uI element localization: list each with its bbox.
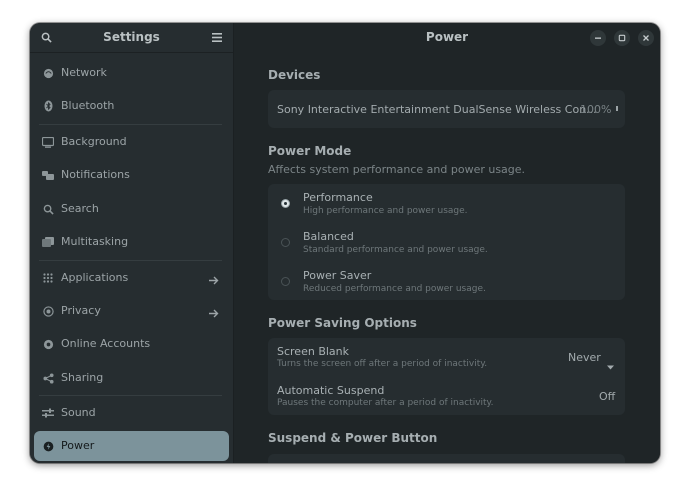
sidebar-item-label: Sharing [61, 371, 104, 384]
option-subtitle: High performance and power usage. [303, 206, 468, 216]
radio-button[interactable] [281, 199, 290, 208]
sidebar-separator [39, 124, 222, 125]
sidebar-item-label: Sound [61, 406, 96, 419]
chevron-down-icon[interactable] [607, 355, 614, 374]
power-mode-card: Performance High performance and power u… [268, 184, 625, 300]
content-header: Power [234, 23, 660, 52]
sidebar-item-network[interactable]: Network [34, 58, 229, 88]
sidebar-item-multitasking[interactable]: Multitasking [34, 227, 229, 257]
sidebar-item-label: Network [61, 66, 107, 79]
search-icon [42, 203, 54, 215]
sidebar-item-privacy[interactable]: Privacy [34, 296, 229, 326]
network-icon [42, 67, 54, 79]
device-row[interactable]: Sony Interactive Entertainment DualSense… [268, 90, 625, 128]
online-accounts-icon [42, 338, 54, 350]
battery-level: 100% [580, 103, 612, 116]
sidebar-item-notifications[interactable]: Notifications [34, 160, 229, 190]
power-mode-option-balanced[interactable]: Balanced Standard performance and power … [268, 223, 625, 262]
suspend-power-button-card [268, 454, 625, 463]
privacy-icon [42, 305, 54, 317]
row-subtitle: Pauses the computer after a period of in… [277, 398, 494, 408]
maximize-button[interactable] [614, 30, 630, 46]
sidebar-item-label: Power [61, 439, 95, 452]
power-mode-subtitle: Affects system performance and power usa… [268, 163, 526, 176]
suspend-power-button-heading: Suspend & Power Button [268, 431, 438, 445]
sidebar-item-label: Bluetooth [61, 99, 115, 112]
sidebar-item-search[interactable]: Search [34, 194, 229, 224]
automatic-suspend-value: Off [599, 390, 616, 403]
sidebar-item-sound[interactable]: Sound [34, 398, 229, 428]
sidebar-item-label: Notifications [61, 168, 130, 181]
power-saving-card: Screen Blank Turns the screen off after … [268, 338, 625, 415]
settings-window: Settings Network Bluetooth Background No… [30, 23, 660, 463]
main-content: Power Devices Sony Interactive Entertain… [234, 23, 660, 463]
radio-button[interactable] [281, 277, 290, 286]
automatic-suspend-row[interactable]: Automatic Suspend Pauses the computer af… [268, 376, 625, 415]
sidebar-item-background[interactable]: Background [34, 127, 229, 157]
option-subtitle: Standard performance and power usage. [303, 245, 488, 255]
sidebar-item-applications[interactable]: Applications [34, 263, 229, 293]
multitasking-icon [42, 236, 54, 248]
arrow-right-icon [208, 304, 220, 318]
sidebar-item-online-accounts[interactable]: Online Accounts [34, 329, 229, 359]
notifications-icon [42, 169, 54, 181]
sidebar-separator [39, 395, 222, 396]
sidebar-separator [39, 260, 222, 261]
close-button[interactable] [638, 30, 654, 46]
sidebar-title: Settings [103, 30, 160, 44]
background-icon [42, 136, 54, 148]
power-mode-heading: Power Mode [268, 144, 352, 158]
battery-indicator-icon [616, 106, 618, 111]
sidebar-item-label: Background [61, 135, 127, 148]
bluetooth-icon [42, 100, 54, 112]
sidebar: Settings Network Bluetooth Background No… [30, 23, 234, 463]
sidebar-item-label: Multitasking [61, 235, 129, 248]
row-subtitle: Turns the screen off after a period of i… [277, 359, 488, 369]
power-icon [42, 440, 54, 452]
radio-button[interactable] [281, 238, 290, 247]
device-name: Sony Interactive Entertainment DualSense… [277, 103, 597, 116]
option-subtitle: Reduced performance and power usage. [303, 284, 486, 294]
sound-icon [42, 407, 54, 419]
minimize-button[interactable] [590, 30, 606, 46]
screen-blank-value[interactable]: Never [568, 351, 601, 364]
sidebar-item-power[interactable]: Power [34, 431, 229, 461]
screen-blank-row[interactable]: Screen Blank Turns the screen off after … [268, 338, 625, 376]
sidebar-header: Settings [30, 23, 233, 53]
power-mode-option-power-saver[interactable]: Power Saver Reduced performance and powe… [268, 262, 625, 300]
sidebar-item-label: Search [61, 202, 99, 215]
sidebar-item-bluetooth[interactable]: Bluetooth [34, 91, 229, 121]
option-title: Balanced [303, 230, 354, 243]
row-title: Screen Blank [277, 345, 349, 358]
power-mode-option-performance[interactable]: Performance High performance and power u… [268, 184, 625, 223]
sidebar-item-label: Online Accounts [61, 337, 151, 350]
option-title: Performance [303, 191, 373, 204]
sidebar-item-sharing[interactable]: Sharing [34, 363, 229, 393]
applications-icon [42, 272, 54, 284]
option-title: Power Saver [303, 269, 372, 282]
hamburger-menu-icon[interactable] [210, 30, 224, 44]
devices-heading: Devices [268, 68, 321, 82]
sidebar-item-label: Privacy [61, 304, 101, 317]
power-saving-heading: Power Saving Options [268, 316, 417, 330]
row-title: Automatic Suspend [277, 384, 385, 397]
sidebar-item-label: Applications [61, 271, 129, 284]
arrow-right-icon [208, 271, 220, 285]
sharing-icon [42, 372, 54, 384]
